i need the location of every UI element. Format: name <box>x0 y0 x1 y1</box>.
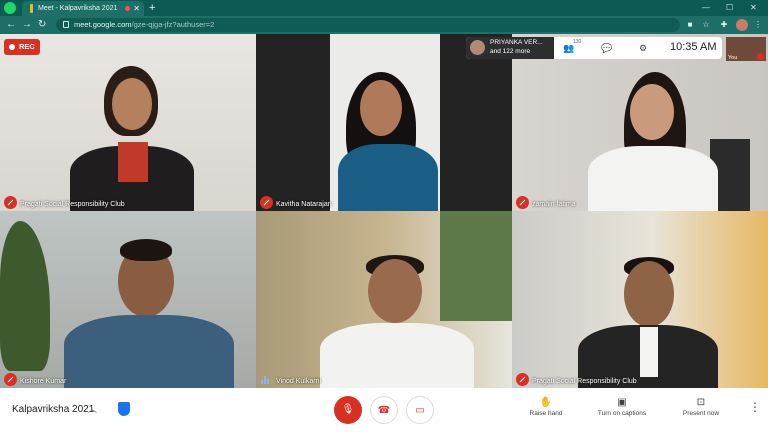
captions-button[interactable]: ▣ Turn on captions <box>594 396 650 417</box>
camera-icon: ▭ <box>415 405 425 416</box>
participant-face <box>112 78 152 130</box>
mic-off-icon: 🎙 <box>341 404 355 415</box>
shield-icon[interactable] <box>118 402 130 416</box>
bookmark-star-icon[interactable]: ☆ <box>700 18 712 32</box>
activities-icon[interactable]: ⚙ <box>636 41 650 55</box>
meeting-controls-bar: Kalpavriksha 2021 ︿ 🎙 ☎ ▭ ✋ Raise hand ▣… <box>0 388 768 432</box>
muted-mic-icon <box>516 196 529 209</box>
present-screen-icon: ⊡ <box>696 397 706 408</box>
raise-hand-button[interactable]: ✋ Raise hand <box>526 396 566 417</box>
browser-menu-icon[interactable]: ⋮ <box>752 18 764 32</box>
leave-call-button[interactable]: ☎ <box>370 396 398 424</box>
muted-mic-icon <box>4 196 17 209</box>
participant-body <box>64 315 234 388</box>
participant-count: 130 <box>573 39 582 45</box>
url-text: meet.google.com/gze-qjga-jfz?authuser=2 <box>74 18 214 32</box>
raise-hand-label: Raise hand <box>529 410 563 417</box>
meeting-stage: Pragati Social Responsibility Club REC K… <box>0 34 768 388</box>
participant-tile[interactable]: Kavitha Natarajan <box>256 34 512 211</box>
participant-face <box>368 259 422 323</box>
lock-icon <box>63 21 69 28</box>
back-button[interactable]: ← <box>6 17 16 33</box>
profile-avatar[interactable] <box>736 19 748 31</box>
camera-in-use-icon[interactable]: ■ <box>684 18 696 32</box>
pinned-participant[interactable]: PRIYANKA VER... and 122 more <box>466 37 554 59</box>
participant-hair <box>120 239 172 261</box>
participant-saree <box>338 144 438 211</box>
captions-icon: ▣ <box>617 397 627 408</box>
url-path: /gze-qjga-jfz?authuser=2 <box>131 20 215 29</box>
pinned-more: and 122 more <box>490 48 531 55</box>
participant-name: Kavitha Natarajan <box>276 201 332 208</box>
forward-button[interactable]: → <box>22 17 32 33</box>
pinned-name: PRIYANKA VER... <box>490 39 543 46</box>
participant-shirt <box>640 327 658 377</box>
reload-button[interactable]: ↻ <box>38 17 46 33</box>
browser-tab-strip: Meet - Kalpavriksha 2021 ✕ + — ☐ ✕ <box>0 0 768 16</box>
whatsapp-tab-icon[interactable] <box>4 2 16 14</box>
participant-face <box>624 261 674 327</box>
meeting-title[interactable]: Kalpavriksha 2021 <box>12 404 94 415</box>
meet-favicon-icon <box>27 4 36 13</box>
microphone-toggle-button[interactable]: 🎙 <box>334 396 362 424</box>
window-greenery <box>440 211 512 321</box>
chat-icon[interactable]: 💬 <box>600 41 614 55</box>
self-view-tile[interactable]: You <box>726 37 766 61</box>
url-field[interactable]: meet.google.com/gze-qjga-jfz?authuser=2 <box>56 18 680 32</box>
participant-face <box>630 84 674 140</box>
participant-name: Pragati Social Responsibility Club <box>20 201 125 208</box>
hang-up-icon: ☎ <box>377 405 391 416</box>
hand-icon: ✋ <box>539 397 553 408</box>
participant-body <box>588 146 718 211</box>
meeting-info-panel: PRIYANKA VER... and 122 more 👥 130 💬 ⚙ 1… <box>466 37 722 59</box>
window-close-button[interactable]: ✕ <box>750 0 757 16</box>
recording-badge: REC <box>4 39 40 55</box>
minimize-button[interactable]: — <box>702 0 710 16</box>
tab-meet[interactable]: Meet - Kalpavriksha 2021 ✕ <box>22 1 144 16</box>
participant-face <box>360 80 402 136</box>
recording-label: REC <box>19 42 35 51</box>
participant-tile[interactable]: Pragati Social Responsibility Club REC <box>0 34 256 211</box>
captions-label: Turn on captions <box>597 410 647 417</box>
participant-name: Kishore Kumar <box>20 378 67 385</box>
participant-tile[interactable]: Kishore Kumar <box>0 211 256 388</box>
tab-title: Meet - Kalpavriksha 2021 <box>38 5 118 12</box>
muted-mic-icon <box>260 196 273 209</box>
camera-toggle-button[interactable]: ▭ <box>406 396 434 424</box>
muted-mic-icon <box>516 373 529 386</box>
participant-name: zamain fatima <box>532 201 576 208</box>
present-button[interactable]: ⊡ Present now <box>679 396 723 417</box>
participant-tile[interactable]: Vinod Kulkarni <box>256 211 512 388</box>
self-muted-icon <box>757 53 764 60</box>
new-tab-button[interactable]: + <box>149 0 155 16</box>
active-speaker-icon <box>261 376 270 384</box>
participant-name: Pragati Social Responsibility Club <box>532 378 637 385</box>
self-label: You <box>728 55 738 61</box>
address-toolbar: ← → ↻ meet.google.com/gze-qjga-jfz?authu… <box>0 16 768 34</box>
url-host: meet.google.com <box>74 20 132 29</box>
meeting-clock: 10:35 AM <box>670 41 717 53</box>
present-label: Present now <box>682 410 720 417</box>
chevron-up-icon[interactable]: ︿ <box>88 402 97 415</box>
maximize-button[interactable]: ☐ <box>726 0 733 16</box>
extensions-icon[interactable]: ✚ <box>718 18 730 32</box>
recording-indicator-icon <box>125 6 130 11</box>
tab-close-button[interactable]: ✕ <box>133 1 140 16</box>
participant-tile[interactable]: Pragati Social Responsibility Club <box>512 211 768 388</box>
pinned-avatar <box>470 40 485 55</box>
recording-dot-icon <box>9 44 15 50</box>
participant-shirt <box>118 142 148 182</box>
participant-name: Vinod Kulkarni <box>276 378 322 385</box>
participant-body <box>320 323 474 388</box>
more-options-icon[interactable]: ⋮ <box>749 400 761 414</box>
muted-mic-icon <box>4 373 17 386</box>
